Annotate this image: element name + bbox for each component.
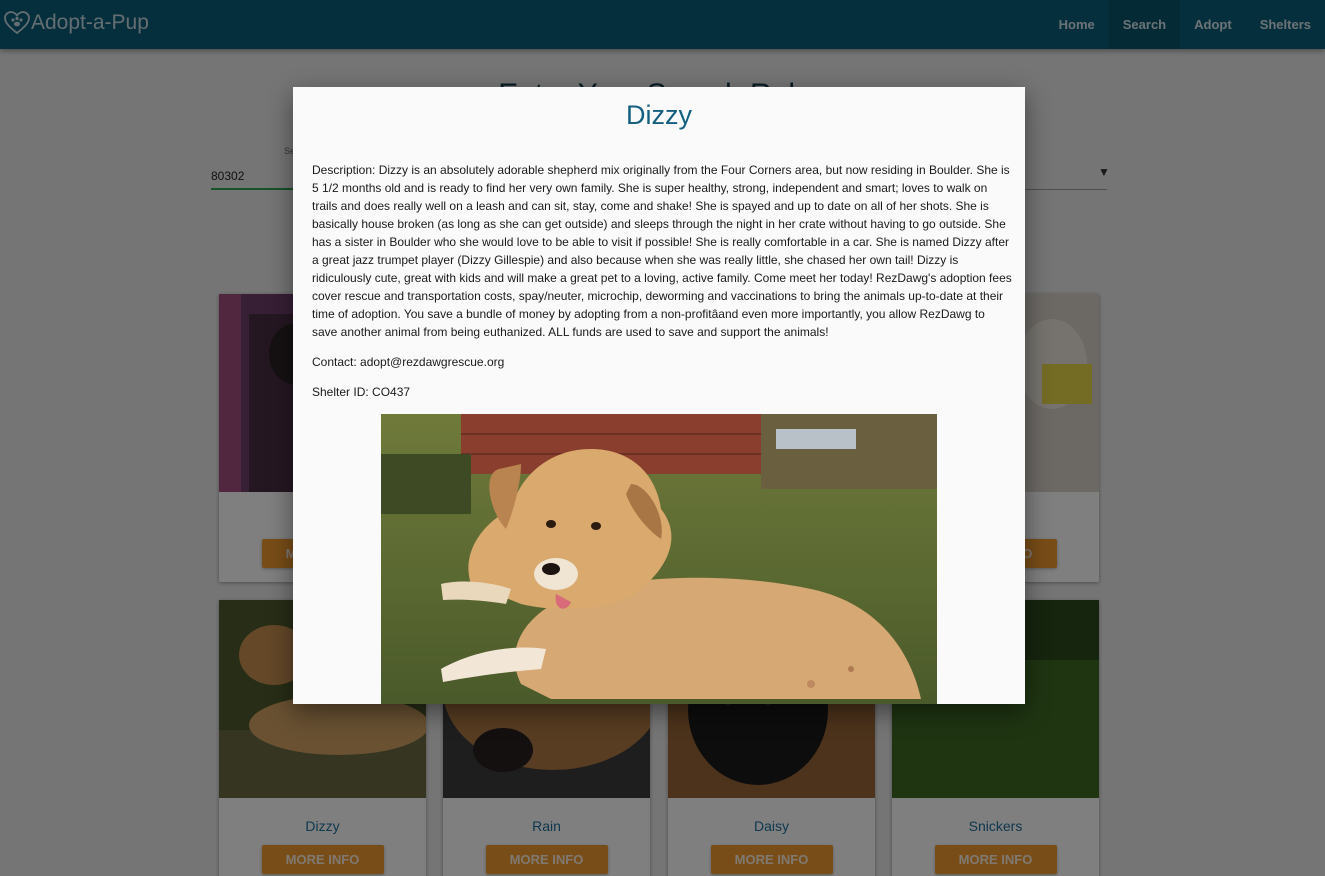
modal-body: Description: Dizzy is an absolutely ador… [312,161,1012,413]
pet-description: Description: Dizzy is an absolutely ador… [312,163,1012,339]
pet-detail-modal: Dizzy Description: Dizzy is an absolutel… [293,87,1025,704]
contact-info: Contact: adopt@rezdawgrescue.org [312,355,505,369]
modal-title: Dizzy [626,100,692,130]
pet-photo-large [381,414,937,704]
shelter-id: Shelter ID: CO437 [312,385,411,399]
